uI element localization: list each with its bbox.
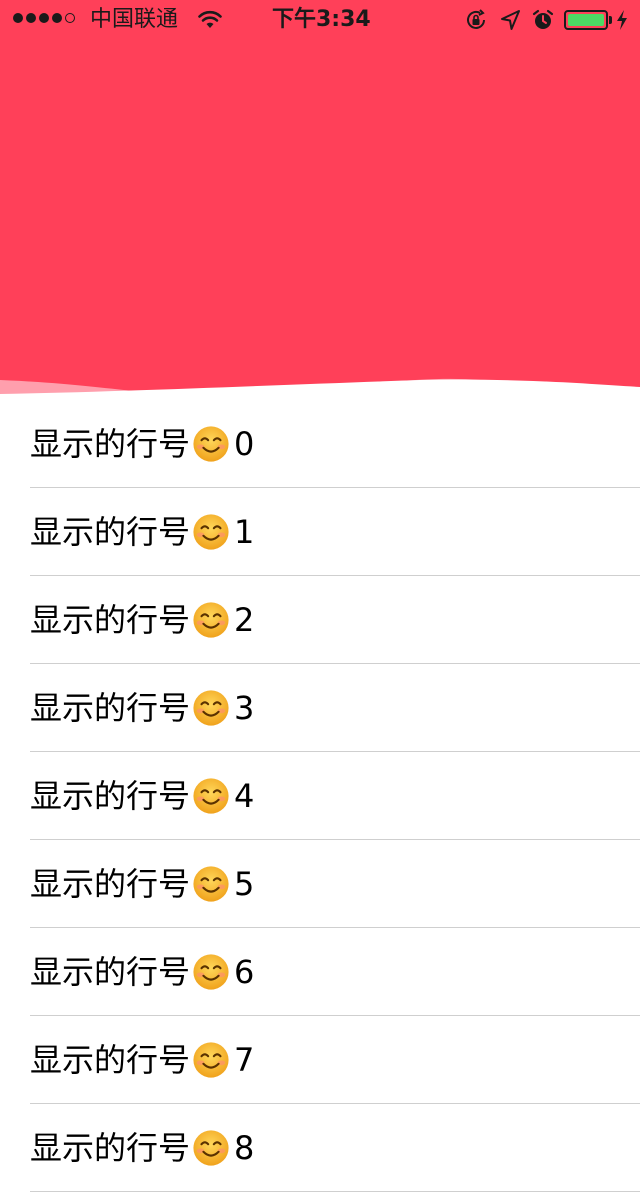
signal-dot [52,13,62,23]
row-number: 3 [234,689,255,727]
row-label: 显示的行号 2 [30,600,254,640]
row-label: 显示的行号 5 [30,864,254,904]
row-prefix: 显示的行号 [30,777,191,815]
row-label: 显示的行号 1 [30,512,254,552]
list-item[interactable]: 显示的行号 1 [0,488,640,576]
row-prefix: 显示的行号 [30,1041,191,1079]
row-prefix: 显示的行号 [30,1129,191,1167]
row-prefix: 显示的行号 [30,865,191,903]
row-prefix: 显示的行号 [30,689,191,727]
wifi-icon [198,10,222,28]
row-number: 5 [234,865,255,903]
row-prefix: 显示的行号 [30,425,191,463]
smiling-face-icon [193,602,229,638]
smiling-face-icon [193,514,229,550]
smiling-face-icon [193,1130,229,1166]
status-time: 下午3:34 [272,7,371,32]
smiling-face-icon [193,866,229,902]
battery-icon [564,10,608,30]
battery-level-fill [568,14,604,26]
signal-dot [26,13,36,23]
row-label: 显示的行号 8 [30,1128,254,1168]
row-number: 1 [234,513,255,551]
charging-bolt-icon [617,10,627,30]
smiling-face-icon [193,690,229,726]
list-item[interactable]: 显示的行号 6 [0,928,640,1016]
row-label: 显示的行号 3 [30,688,254,728]
row-prefix: 显示的行号 [30,513,191,551]
row-number: 7 [234,1041,255,1079]
smiling-face-icon [193,954,229,990]
rotation-lock-icon [467,9,485,29]
row-prefix: 显示的行号 [30,601,191,639]
row-number: 4 [234,777,255,815]
list-item[interactable]: 显示的行号 2 [0,576,640,664]
row-label: 显示的行号 6 [30,952,254,992]
signal-strength-icon [13,13,75,23]
alarm-clock-icon [532,9,554,29]
list-item[interactable]: 显示的行号 7 [0,1016,640,1104]
smiling-face-icon [193,1042,229,1078]
row-label: 显示的行号 0 [30,424,254,464]
list-item[interactable]: 显示的行号 4 [0,752,640,840]
row-number: 8 [234,1129,255,1167]
signal-dot [65,13,75,23]
status-bar: 中国联通 下午3:34 [0,0,640,40]
smiling-face-icon [193,778,229,814]
smiling-face-icon [193,426,229,462]
wave-decoration [0,378,640,402]
signal-dot [39,13,49,23]
list-item[interactable]: 显示的行号 0 [0,400,640,488]
carrier-name: 中国联通 [90,7,179,32]
list-item[interactable]: 显示的行号 5 [0,840,640,928]
battery-nub [609,16,612,24]
header-banner: 中国联通 下午3:34 [0,0,640,402]
row-number: 0 [234,425,255,463]
row-label: 显示的行号 4 [30,776,254,816]
signal-dot [13,13,23,23]
list-item[interactable]: 显示的行号 8 [0,1104,640,1192]
row-label: 显示的行号 7 [30,1040,254,1080]
row-number: 6 [234,953,255,991]
row-list[interactable]: 显示的行号 0 显示的行号 1 显示的行号 2 显示的行号 3 显示的行号 4 … [0,400,640,1192]
row-number: 2 [234,601,255,639]
row-prefix: 显示的行号 [30,953,191,991]
location-arrow-icon [501,10,520,30]
list-item[interactable]: 显示的行号 3 [0,664,640,752]
